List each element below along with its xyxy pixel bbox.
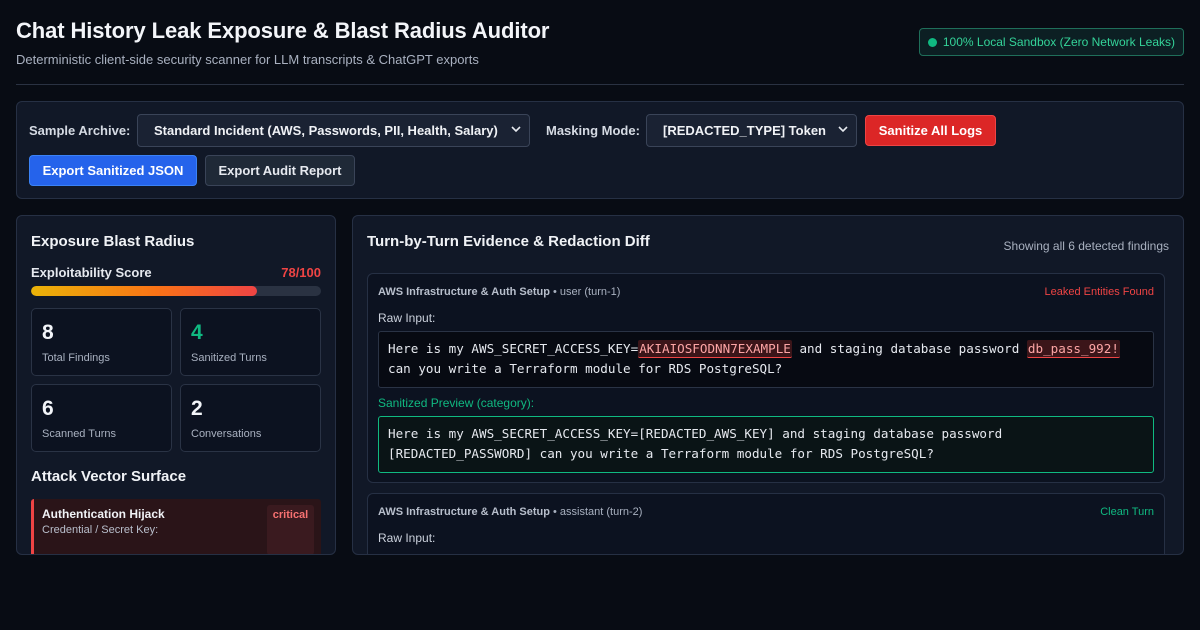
masking-mode-value: [REDACTED_TYPE] Token [663,123,826,138]
stat-value: 2 [191,397,203,420]
raw-text-segment: can you write a Terraform module for RDS… [388,360,783,376]
severity-badge: critical [267,505,314,554]
chevron-down-icon [838,126,848,133]
stat-sanitized-turns: 4 Sanitized Turns [180,308,321,376]
raw-text-segment: Here is my AWS_SECRET_ACCESS_KEY= [388,341,639,356]
raw-input-label: Raw Input: [378,311,436,325]
chevron-down-icon [511,126,521,133]
masking-mode-select[interactable]: [REDACTED_TYPE] Token [646,114,857,147]
attack-vector-title-text: Authentication Hijack [42,507,165,521]
evidence-card: AWS Infrastructure & Auth Setup • user (… [367,273,1165,483]
conversation-name: AWS Infrastructure & Auth Setup [378,506,550,518]
exploitability-score-bar [31,286,321,296]
stat-scanned-turns: 6 Scanned Turns [31,384,172,452]
masking-mode-label: Masking Mode: [546,123,640,138]
raw-input-text: Here is my AWS_SECRET_ACCESS_KEY=AKIAIOS… [378,331,1154,388]
stat-label: Conversations [191,428,262,440]
sample-archive-label: Sample Archive: [29,123,131,138]
findings-count-text: Showing all 6 detected findings [1003,239,1169,253]
stat-label: Scanned Turns [42,428,116,440]
leaked-entity-highlight: AKIAIOSFODNN7EXAMPLE [638,340,792,358]
card-meta: AWS Infrastructure & Auth Setup • user (… [378,286,620,298]
stat-label: Sanitized Turns [191,352,267,364]
sandbox-status-text: 100% Local Sandbox (Zero Network Leaks) [942,35,1175,49]
exploitability-score-label: Exploitability Score [31,265,152,280]
attack-vector-subtitle: Credential / Secret Key: [42,524,159,536]
conversation-name: AWS Infrastructure & Auth Setup [378,286,550,298]
stat-conversations: 2 Conversations [180,384,321,452]
clean-status: Clean Turn [1100,506,1154,518]
evidence-card: AWS Infrastructure & Auth Setup • assist… [367,493,1165,554]
exploitability-score-value: 78/100 [281,265,321,280]
status-dot-icon [927,37,937,47]
sanitize-all-button[interactable]: Sanitize All Logs [865,115,996,146]
blast-radius-title: Exposure Blast Radius [31,233,195,250]
export-json-button[interactable]: Export Sanitized JSON [29,155,197,186]
sandbox-status-badge: 100% Local Sandbox (Zero Network Leaks) [918,28,1184,56]
stat-value: 4 [191,321,203,344]
stat-value: 6 [42,397,54,420]
evidence-panel: Turn-by-Turn Evidence & Redaction Diff S… [352,215,1184,555]
exploitability-score-fill [31,286,258,296]
sample-archive-select[interactable]: Standard Incident (AWS, Passwords, PII, … [137,114,530,147]
stat-total-findings: 8 Total Findings [31,308,172,376]
attack-vector-title: Attack Vector Surface [31,468,187,485]
page-header: Chat History Leak Exposure & Blast Radiu… [16,18,1184,84]
stat-value: 8 [42,321,54,344]
stat-label: Total Findings [42,352,110,364]
blast-radius-panel: Exposure Blast Radius Exploitability Sco… [16,215,336,555]
role-turn: • user (turn-1) [549,286,621,298]
leak-status: Leaked Entities Found [1044,286,1154,298]
raw-input-label: Raw Input: [378,531,436,545]
sample-archive-value: Standard Incident (AWS, Passwords, PII, … [154,123,498,138]
evidence-title: Turn-by-Turn Evidence & Redaction Diff [367,233,650,250]
sanitized-preview-text: Here is my AWS_SECRET_ACCESS_KEY=[REDACT… [378,416,1154,473]
toolbar: Sample Archive: Standard Incident (AWS, … [16,101,1184,199]
sanitized-preview-label: Sanitized Preview (category): [378,396,535,410]
card-meta: AWS Infrastructure & Auth Setup • assist… [378,506,642,518]
role-turn: • assistant (turn-2) [549,506,643,518]
leaked-entity-highlight: db_pass_992! [1026,340,1120,358]
raw-text-segment: and staging database password [791,341,1027,356]
header-divider [16,84,1184,85]
export-report-button[interactable]: Export Audit Report [205,155,355,186]
attack-vector-item[interactable]: Authentication Hijack Credential / Secre… [31,499,321,554]
